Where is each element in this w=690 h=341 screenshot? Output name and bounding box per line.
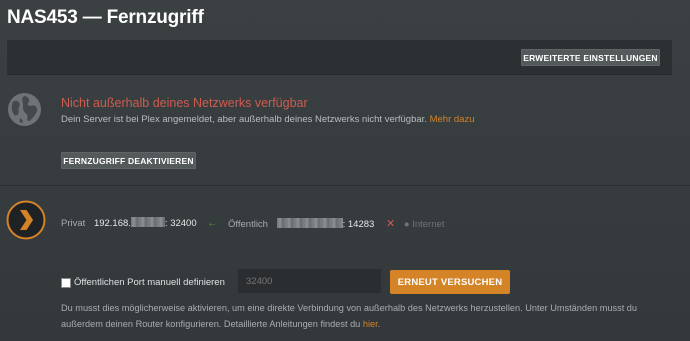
private-connection: Privat 192.168. : 32400 ←: [61, 217, 217, 229]
private-label: Privat: [61, 218, 86, 229]
hint-text: Du musst dies möglicherweise aktivieren,…: [61, 303, 638, 329]
status-description: Dein Server ist bei Plex angemeldet, abe…: [61, 114, 474, 125]
public-port: : 14283: [342, 219, 375, 230]
instructions-link[interactable]: hier: [363, 319, 378, 329]
close-icon: ✕: [385, 218, 396, 230]
public-port-input[interactable]: [238, 269, 381, 293]
section-divider: [0, 185, 690, 186]
status-headline: Nicht außerhalb deines Netzwerks verfügb…: [61, 96, 308, 110]
globe-icon: [7, 92, 42, 127]
manual-port-hint: Du musst dies möglicherweise aktivieren,…: [61, 301, 673, 332]
public-connection: Öffentlich : 14283 ✕ ● Internet: [228, 217, 444, 230]
arrow-left-icon: ←: [207, 218, 218, 229]
checkbox-box[interactable]: [61, 277, 71, 288]
hint-end: .: [377, 318, 381, 329]
redacted-public-ip: [276, 218, 343, 228]
private-ip: 192.168.: [93, 218, 131, 229]
plex-logo-icon: [6, 200, 46, 240]
globe-small-icon: ●: [403, 219, 410, 230]
internet-label: Internet: [412, 219, 445, 230]
retry-button[interactable]: ERNEUT VERSUCHEN: [390, 270, 510, 294]
internet-status: ● Internet: [404, 219, 445, 230]
settings-toolbar: ERWEITERTE EINSTELLUNGEN: [7, 40, 672, 75]
deactivate-remote-access-button[interactable]: FERNZUGRIFF DEAKTIVIEREN: [61, 152, 196, 169]
advanced-settings-button[interactable]: ERWEITERTE EINSTELLUNGEN: [521, 49, 660, 66]
public-label: Öffentlich: [228, 219, 268, 230]
manual-port-checkbox[interactable]: Öffentlichen Port manuell definieren: [61, 277, 225, 288]
private-port: : 32400: [164, 218, 197, 229]
more-info-link[interactable]: Mehr dazu: [430, 114, 475, 125]
manual-port-label: Öffentlichen Port manuell definieren: [74, 277, 225, 288]
redacted-ip-part: [130, 217, 165, 227]
status-description-text: Dein Server ist bei Plex angemeldet, abe…: [61, 114, 427, 125]
page-title: NAS453 — Fernzugriff: [7, 7, 204, 28]
